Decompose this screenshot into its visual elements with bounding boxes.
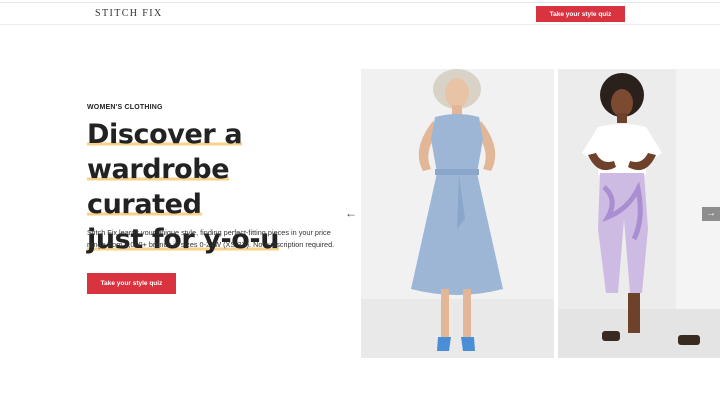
arrow-left-icon: ←	[345, 206, 357, 220]
hero-style-quiz-button[interactable]: Take your style quiz	[87, 273, 176, 294]
carousel-photo-1	[361, 69, 554, 358]
headline-line-2: wardrobe curated	[87, 154, 230, 220]
carousel-prev-button[interactable]: ←	[344, 206, 358, 220]
carousel-photo-2	[558, 69, 720, 358]
arrow-right-icon: →	[706, 208, 716, 219]
hero-eyebrow: WOMEN'S CLOTHING	[87, 104, 163, 111]
hero-body-text: Stitch Fix learns your unique style, fin…	[87, 228, 335, 249]
model-in-blue-dress-illustration	[361, 69, 554, 358]
carousel-next-button[interactable]: →	[702, 207, 720, 221]
logo[interactable]: STITCH FIX	[95, 8, 163, 19]
headline-line-1: Discover a	[87, 119, 243, 150]
model-in-leggings-illustration	[558, 69, 720, 358]
top-nav: STITCH FIX Take your style quiz	[0, 3, 720, 25]
nav-style-quiz-button[interactable]: Take your style quiz	[536, 6, 625, 22]
